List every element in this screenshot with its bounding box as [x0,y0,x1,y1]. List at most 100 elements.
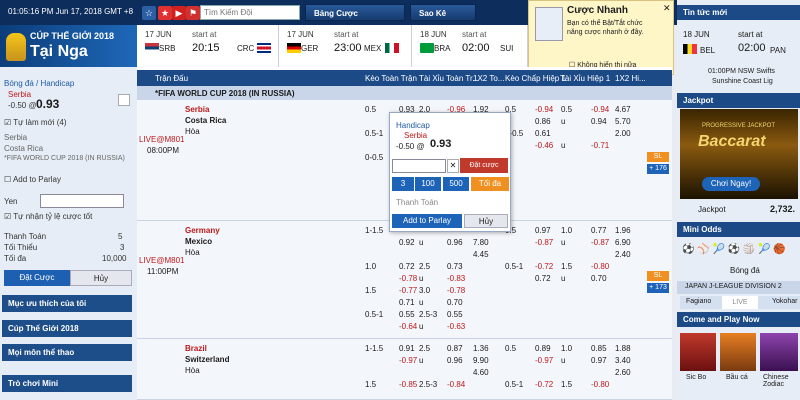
odds-cell[interactable]: 0.97 [535,226,551,235]
accept-odds-checkbox[interactable]: ☑ Tự nhận tỷ lệ cược tốt [4,212,92,221]
odds-cell[interactable]: 4.67 [615,105,631,114]
odds-cell[interactable]: -0.87 [591,238,609,247]
menu-mini-games[interactable]: Trò chơi Mini [2,375,132,392]
odds-cell[interactable]: -0.97 [399,356,417,365]
play-icon[interactable]: ▶ [172,6,186,20]
odds-cell[interactable]: 0.89 [535,344,551,353]
odds-cell[interactable]: 2.40 [615,250,631,259]
odds-cell[interactable]: -0.63 [447,322,465,331]
top-match-1[interactable]: 17 JUN start at SRB 20:15 CRC [137,25,279,67]
popup-stake-input[interactable] [392,159,446,173]
odds-cell[interactable]: 0.96 [447,356,463,365]
world-cup-banner[interactable]: CÚP THẾ GIỚI 2018 Tại Nga [0,25,137,67]
top-match-3[interactable]: 18 JUN start at BRA 02:00 SUI [412,25,528,67]
stats-button[interactable]: SL [647,152,669,162]
odds-cell[interactable]: 0.71 [399,298,415,307]
odds-cell[interactable]: 0.77 [591,226,607,235]
odds-cell[interactable]: 1.88 [615,344,631,353]
odds-cell[interactable]: 0.86 [535,117,551,126]
sport-icons[interactable]: ⚽ ⚾ 🎾 ⚽ 🏐 🎾 🏀 [682,244,786,255]
odds-cell[interactable]: 0.70 [591,274,607,283]
odds-cell[interactable]: -0.84 [447,380,465,389]
baucua-game-tile[interactable] [720,333,756,371]
odds-cell[interactable]: 1.96 [615,226,631,235]
odds-cell[interactable]: 0.94 [591,117,607,126]
home-icon[interactable]: ☆ [142,6,156,20]
odds-cell[interactable]: -0.85 [399,380,417,389]
top-match-2[interactable]: 17 JUN start at GER 23:00 MEX [279,25,412,67]
auto-refresh-checkbox[interactable]: ☑ Tự làm mới (4) [4,118,67,127]
odds-cell[interactable]: -0.94 [591,105,609,114]
search-input[interactable] [200,5,300,20]
odds-cell[interactable]: 0.70 [447,298,463,307]
odds-cell[interactable]: -0.78 [447,286,465,295]
odds-cell[interactable]: -0.97 [535,356,553,365]
remove-icon[interactable] [118,94,130,106]
odds-cell[interactable]: -0.80 [591,262,609,271]
odds-cell[interactable]: 0.61 [535,129,551,138]
odds-cell[interactable]: 1.36 [473,344,489,353]
odds-cell[interactable]: -0.72 [535,380,553,389]
news-item-2[interactable]: 01:00PM NSW Swifts [708,68,775,75]
more-bets-button[interactable]: + 176 [647,164,669,174]
tab-statement[interactable]: Sao Kê [410,4,476,21]
chip-100[interactable]: 100 [415,177,441,191]
odds-cell[interactable]: 9.90 [473,356,489,365]
chip-500[interactable]: 500 [443,177,469,191]
odds-cell[interactable]: 0.72 [535,274,551,283]
mini-match[interactable]: Fagiano LIVE Yokohar [680,296,800,309]
odds-cell[interactable]: 0.72 [399,262,415,271]
odds-cell[interactable]: 7.80 [473,238,489,247]
baccarat-jackpot-banner[interactable]: PROGRESSIVE JACKPOT Baccarat Chơi Ngay! [680,109,798,199]
odds-cell[interactable]: -0.71 [591,141,609,150]
flag-icon[interactable]: ⚑ [186,6,200,20]
league-row[interactable]: *FIFA WORLD CUP 2018 (IN RUSSIA) [137,86,672,100]
odds-cell[interactable]: 0.73 [447,262,463,271]
odds-cell[interactable]: 0.55 [447,310,463,319]
odds-cell[interactable]: -0.72 [535,262,553,271]
more-bets-button[interactable]: + 173 [647,283,669,293]
stats-button[interactable]: SL [647,271,669,281]
popup-bet-button[interactable]: Đặt cược [460,158,508,173]
clear-icon[interactable]: ✕ [447,159,459,173]
popup-parlay-button[interactable]: Add to Parlay [392,214,462,228]
zodiac-game-tile[interactable] [760,333,798,371]
close-icon[interactable]: ✕ [663,3,671,14]
odds-cell[interactable]: -0.64 [399,322,417,331]
odds-cell[interactable]: 5.70 [615,117,631,126]
odds-cell[interactable]: 4.45 [473,250,489,259]
menu-all-sports[interactable]: Mọi môn thể thao [2,344,132,361]
odds-cell[interactable]: -0.80 [591,380,609,389]
parlay-checkbox[interactable]: ☐ Add to Parlay [4,175,61,184]
star-icon[interactable]: ★ [158,6,172,20]
chip-3[interactable]: 3 [392,177,414,191]
odds-cell[interactable]: 0.87 [447,344,463,353]
odds-cell[interactable]: 2.00 [615,129,631,138]
stake-input[interactable] [40,194,124,208]
news-item-3[interactable]: Sunshine Coast Lig [712,78,773,85]
sicbo-game-tile[interactable] [680,333,716,371]
odds-cell[interactable]: 6.90 [615,238,631,247]
odds-cell[interactable]: 4.60 [473,368,489,377]
place-bet-button[interactable]: Đặt Cược [4,270,70,286]
odds-cell[interactable]: 0.97 [591,356,607,365]
odds-cell[interactable]: 0.85 [591,344,607,353]
play-now-button[interactable]: Chơi Ngay! [702,177,760,191]
odds-cell[interactable]: -0.87 [535,238,553,247]
odds-cell[interactable]: -0.94 [535,105,553,114]
odds-cell[interactable]: 0.96 [447,238,463,247]
popup-cancel-button[interactable]: Hủy [464,214,508,228]
tab-live-odds[interactable]: Bảng Cược [305,4,405,21]
menu-favorites[interactable]: Mục ưu thích của tôi [2,295,132,312]
odds-cell[interactable]: 3.40 [615,356,631,365]
cancel-button[interactable]: Hủy [70,270,132,286]
odds-cell[interactable]: 0.55 [399,310,415,319]
chip-max[interactable]: Tối đa [471,177,509,191]
odds-cell[interactable]: 0.91 [399,344,415,353]
menu-world-cup[interactable]: Cúp Thế Giới 2018 [2,320,132,337]
odds-cell[interactable]: -0.83 [447,274,465,283]
odds-cell[interactable]: 2.60 [615,368,631,377]
odds-cell[interactable]: -0.78 [399,274,417,283]
odds-cell[interactable]: -0.46 [535,141,553,150]
odds-cell[interactable]: 0.92 [399,238,415,247]
